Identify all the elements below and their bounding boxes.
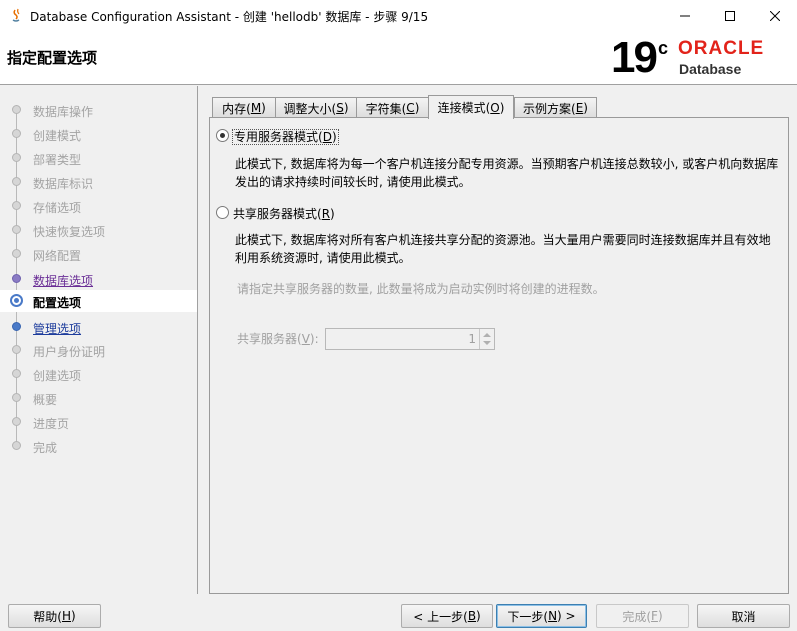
dedicated-server-label[interactable]: 专用服务器模式(D): [232, 128, 339, 145]
help-button[interactable]: 帮助(H): [8, 604, 101, 628]
tab-character-sets[interactable]: 字符集(C): [356, 97, 429, 118]
java-app-icon: [8, 7, 24, 23]
nav-step-configuration-options: 配置选项: [0, 290, 197, 312]
tab-sample-schemas[interactable]: 示例方案(E): [514, 97, 597, 118]
title-bar: Database Configuration Assistant - 创建 'h…: [0, 0, 797, 31]
tab-sizing[interactable]: 调整大小(S): [275, 97, 357, 118]
shared-server-count-value: 1: [468, 332, 476, 346]
maximize-icon: [724, 10, 735, 21]
nav-step-summary: 概要: [0, 387, 197, 409]
logo-product: Database: [679, 61, 742, 77]
dedicated-server-radio[interactable]: [216, 129, 229, 142]
nav-step-database-options[interactable]: 数据库选项: [0, 268, 197, 290]
close-icon: [769, 10, 780, 21]
nav-step-progress: 进度页: [0, 411, 197, 433]
nav-step-network-config: 网络配置: [0, 243, 197, 265]
nav-step-creation-option: 创建选项: [0, 363, 197, 385]
spinner-arrows[interactable]: [479, 329, 494, 349]
step-dot-icon: [12, 201, 21, 210]
spinner-down-icon[interactable]: [483, 341, 491, 345]
shared-server-label[interactable]: 共享服务器模式(R): [233, 205, 335, 222]
minimize-icon: [679, 15, 690, 16]
step-dot-icon: [12, 345, 21, 354]
spinner-up-icon[interactable]: [483, 333, 491, 337]
nav-step-storage-option: 存储选项: [0, 195, 197, 217]
current-step-icon: [10, 294, 23, 307]
logo-suffix: c: [658, 38, 669, 58]
nav-step-finish: 完成: [0, 435, 197, 457]
tab-bar: 内存(M) 调整大小(S) 字符集(C) 连接模式(O) 示例方案(E): [209, 95, 789, 119]
dedicated-server-description: 此模式下, 数据库将为每一个客户机连接分配专用资源。当预期客户机连接总数较小, …: [235, 157, 779, 189]
nav-step-database-operation: 数据库操作: [0, 99, 197, 121]
nav-step-deployment-type: 部署类型: [0, 147, 197, 169]
step-dot-icon: [12, 369, 21, 378]
next-button[interactable]: 下一步(N) >: [496, 604, 587, 628]
tab-connection-mode[interactable]: 连接模式(O): [428, 95, 514, 119]
finish-button: 完成(F): [596, 604, 689, 628]
shared-server-radio[interactable]: [216, 206, 229, 219]
wizard-header: 指定配置选项 19 c ORACLE Database: [0, 31, 797, 85]
step-dot-icon: [12, 393, 21, 402]
step-dot-icon: [12, 441, 21, 450]
shared-server-count-spinner[interactable]: 1: [325, 328, 495, 350]
oracle-logo: ORACLE: [678, 38, 765, 59]
shared-server-hint: 请指定共享服务器的数量, 此数量将成为启动实例时将创建的进程数。: [237, 282, 605, 296]
step-dot-icon: [12, 225, 21, 234]
step-dot-icon: [12, 129, 21, 138]
nav-step-fast-recovery: 快速恢复选项: [0, 219, 197, 241]
step-dot-icon: [12, 249, 21, 258]
logo-version: 19: [611, 33, 658, 82]
step-dot-icon: [12, 105, 21, 114]
nav-step-database-identification: 数据库标识: [0, 171, 197, 193]
minimize-button[interactable]: [662, 0, 707, 31]
cancel-button[interactable]: 取消: [697, 604, 790, 628]
connection-mode-panel: 专用服务器模式(D) 此模式下, 数据库将为每一个客户机连接分配专用资源。当预期…: [209, 117, 789, 594]
shared-server-description: 此模式下, 数据库将对所有客户机连接共享分配的资源池。当大量用户需要同时连接数据…: [235, 233, 771, 265]
nav-step-user-credentials: 用户身份证明: [0, 339, 197, 361]
close-button[interactable]: [752, 0, 797, 31]
maximize-button[interactable]: [707, 0, 752, 31]
nav-step-creation-mode: 创建模式: [0, 123, 197, 145]
page-title: 指定配置选项: [7, 49, 98, 67]
step-navigation: 数据库操作 创建模式 部署类型 数据库标识 存储选项 快速恢复选项 网络配置 数…: [0, 86, 198, 594]
step-dot-icon: [12, 417, 21, 426]
step-dot-icon: [12, 322, 21, 331]
tab-memory[interactable]: 内存(M): [212, 97, 276, 118]
step-dot-icon: [12, 153, 21, 162]
content-area: 内存(M) 调整大小(S) 字符集(C) 连接模式(O) 示例方案(E) 专用服…: [209, 95, 789, 594]
back-button[interactable]: < 上一步(B): [401, 604, 493, 628]
shared-server-count-label: 共享服务器(V):: [237, 332, 319, 346]
nav-step-management-options[interactable]: 管理选项: [0, 316, 197, 338]
window-title: Database Configuration Assistant - 创建 'h…: [30, 10, 429, 24]
step-dot-icon: [12, 274, 21, 283]
step-dot-icon: [12, 177, 21, 186]
